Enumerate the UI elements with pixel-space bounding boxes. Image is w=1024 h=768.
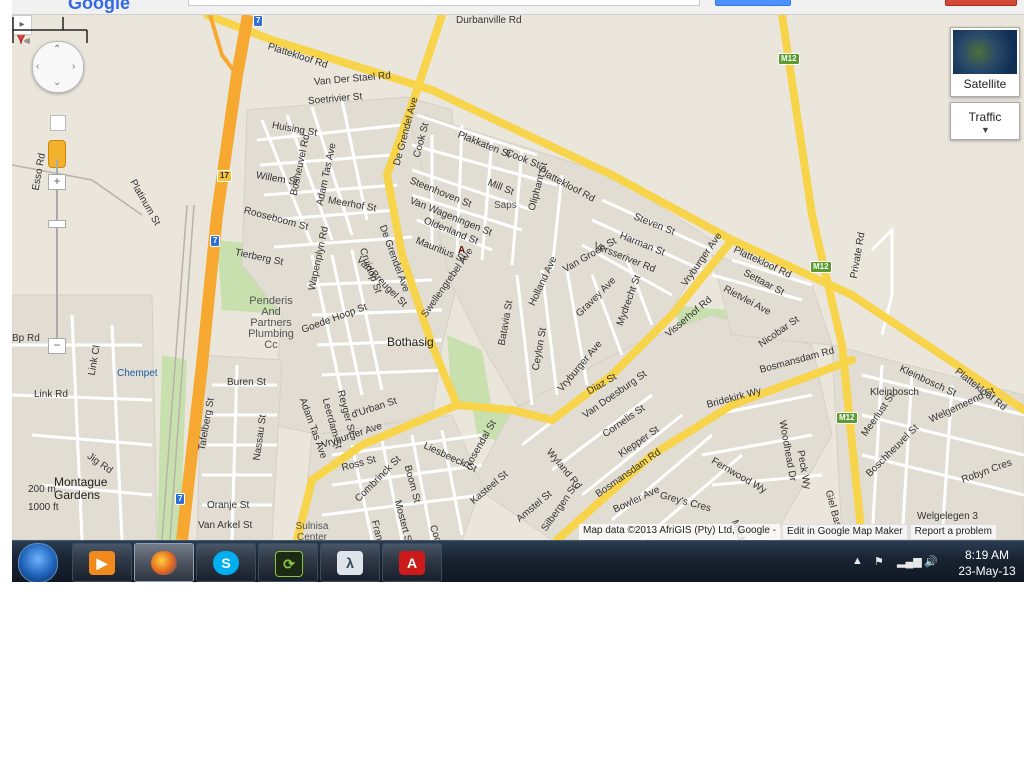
zoom-slider-handle[interactable] <box>48 220 66 228</box>
route-shield: M12 <box>778 53 800 65</box>
marker-letter: A <box>458 245 466 256</box>
skype-icon: S <box>213 551 239 575</box>
label-montague-gardens: Montague Gardens <box>54 475 108 502</box>
traffic-layer-button[interactable]: Traffic ▼ <box>950 102 1020 140</box>
route-shield: 7 <box>175 493 186 505</box>
route-shield: M12 <box>810 261 832 273</box>
browser-top-bar: Google <box>12 0 1024 15</box>
taskbar-lambda-app-button[interactable]: λ <box>320 543 380 582</box>
route-shield: 7 <box>253 15 264 27</box>
label-penderis[interactable]: Penderis And Partners Plumbing Cc <box>240 296 302 351</box>
google-logo[interactable]: Google <box>68 0 130 14</box>
show-hidden-icons-icon[interactable]: ▲ <box>852 555 863 567</box>
start-button[interactable] <box>18 543 58 582</box>
pan-left-arrow-icon[interactable]: ‹ <box>36 62 39 72</box>
street-label: Oranje St <box>207 500 250 511</box>
clock-date[interactable]: 23-May-13 <box>952 564 1022 578</box>
map-footer: Map data ©2013 AfriGIS (Pty) Ltd, Google… <box>577 524 997 540</box>
street-label: Buren St <box>227 377 266 388</box>
network-signal-icon[interactable]: ▂▄▆ <box>897 555 922 568</box>
zoom-out-button[interactable]: − <box>48 338 66 354</box>
acrobat-icon: A <box>399 551 425 575</box>
scale-bar <box>12 17 88 43</box>
label-saps[interactable]: Saps <box>494 200 517 211</box>
share-button[interactable] <box>945 0 1017 6</box>
taskbar-acrobat-button[interactable]: A <box>382 543 442 582</box>
taskbar-skype-button[interactable]: S <box>196 543 256 582</box>
street-label: Link Rd <box>34 389 68 400</box>
pan-control[interactable]: ⌃ ⌄ ‹ › <box>32 41 84 93</box>
taskbar-sync-app-button[interactable]: ⟳ <box>258 543 318 582</box>
taskbar-media-player-button[interactable]: ▶ <box>72 543 132 582</box>
street-label: Bp Rd <box>12 333 40 344</box>
map-canvas[interactable]: Bothasig Chempet Montague Gardens Kleinb… <box>12 15 1024 540</box>
pan-down-arrow-icon[interactable]: ⌄ <box>53 78 61 88</box>
scale-imperial-label: 1000 ft <box>28 502 59 513</box>
map-graphics <box>12 15 1024 540</box>
chevron-down-icon: ▼ <box>981 125 990 135</box>
taskbar-firefox-button[interactable] <box>134 543 194 582</box>
street-label: Durbanville Rd <box>456 15 522 26</box>
action-center-flag-icon[interactable]: ⚑ <box>874 555 884 568</box>
media-player-icon: ▶ <box>89 551 115 575</box>
clock-time[interactable]: 8:19 AM <box>952 548 1022 562</box>
satellite-label: Satellite <box>963 77 1007 91</box>
street-label: Van Arkel St <box>198 520 253 531</box>
label-sulnisa[interactable]: Sulnisa Center <box>292 521 332 540</box>
route-shield: M12 <box>836 412 858 424</box>
screen: Google Bothasig Chempet Montague Gardens… <box>12 0 1024 582</box>
label-welgelegen: Welgelegen 3 <box>917 511 978 522</box>
volume-icon[interactable]: 🔊 <box>924 555 938 568</box>
satellite-thumbnail <box>953 30 1017 74</box>
edit-map-maker-link[interactable]: Edit in Google Map Maker <box>782 524 908 540</box>
label-chempet[interactable]: Chempet <box>117 368 158 379</box>
satellite-toggle-button[interactable]: Satellite <box>950 27 1020 97</box>
sync-app-icon: ⟳ <box>275 551 303 577</box>
map-attribution: Map data ©2013 AfriGIS (Pty) Ltd, Google… <box>579 524 781 540</box>
traffic-label: Traffic <box>968 110 1002 124</box>
route-shield: 7 <box>210 235 221 247</box>
pan-up-arrow-icon[interactable]: ⌃ <box>53 45 61 55</box>
firefox-icon <box>151 551 177 575</box>
zoom-in-button[interactable]: + <box>48 174 66 190</box>
search-button[interactable] <box>715 0 791 6</box>
rotate-reset-button[interactable] <box>50 115 66 131</box>
report-problem-link[interactable]: Report a problem <box>909 524 997 540</box>
pan-right-arrow-icon[interactable]: › <box>72 62 75 72</box>
label-bothasig: Bothasig <box>387 335 434 349</box>
scale-metric-label: 200 m <box>28 484 56 495</box>
search-input[interactable] <box>188 0 700 6</box>
route-shield: 17 <box>217 170 232 182</box>
lambda-app-icon: λ <box>337 551 363 575</box>
windows-taskbar: ▶ S ⟳ λ A ▲ ⚑ ▂▄▆ 🔊 8:19 AM 23-May-13 <box>12 540 1024 582</box>
system-tray: ▲ ⚑ ▂▄▆ 🔊 8:19 AM 23-May-13 <box>842 541 1024 582</box>
